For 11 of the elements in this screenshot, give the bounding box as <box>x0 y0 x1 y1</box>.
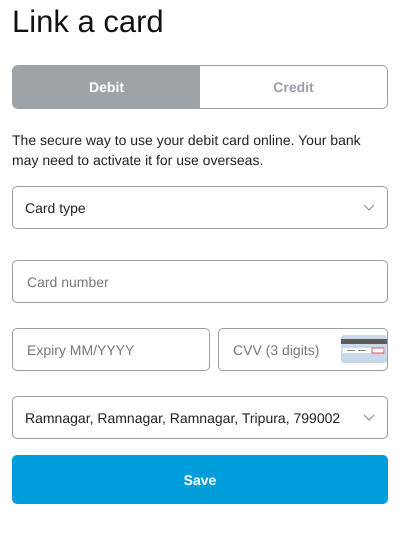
chevron-down-icon <box>363 204 375 211</box>
card-back-icon <box>341 335 387 363</box>
save-button[interactable]: Save <box>12 455 388 504</box>
page-title: Link a card <box>12 4 165 40</box>
card-number-field[interactable]: Card number <box>12 260 388 303</box>
description-text: The secure way to use your debit card online. Your bank may need to activate it for use overseas. <box>12 131 362 170</box>
tab[interactable]: Debit <box>13 66 200 108</box>
card-type-dropdown[interactable]: Card type <box>12 186 388 229</box>
address-dropdown[interactable]: Ramnagar, Ramnagar, Ramnagar, Tripura, 799002 <box>12 396 388 439</box>
chevron-down-icon <box>363 414 375 421</box>
expiry-field[interactable]: Expiry MM/YYYY <box>12 328 210 371</box>
